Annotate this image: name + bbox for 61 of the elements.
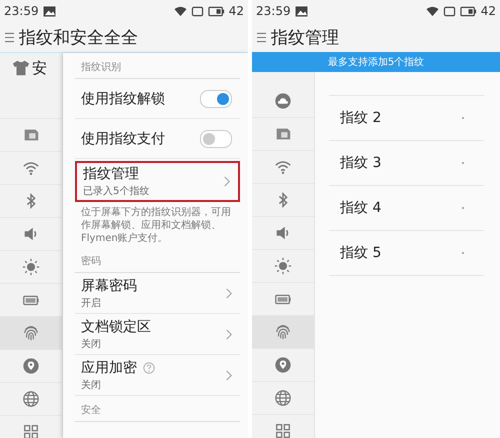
setting-label: 应用加密 (81, 358, 137, 376)
wifi-signal-icon (174, 6, 187, 16)
status-time: 23:59 (256, 4, 291, 18)
battery-status-icon (208, 6, 225, 16)
setting-row[interactable]: 文档锁定区 关闭 (75, 314, 240, 355)
description-text: 位于屏幕下方的指纹识别器，可用作屏幕解锁、应用和文档解锁、Flymen账户支付。 (80, 206, 232, 246)
image-icon (42, 6, 56, 16)
globe-icon (274, 389, 292, 407)
fingerprint-icon (22, 324, 40, 342)
help-icon[interactable] (143, 362, 155, 374)
menu-icon[interactable] (257, 32, 266, 42)
setting-label: 文档锁定区 (81, 318, 151, 336)
app-grid-icon (22, 423, 40, 438)
toggle-switch[interactable] (200, 90, 232, 108)
setting-value: 关闭 (81, 338, 102, 350)
image-icon (294, 6, 308, 16)
setting-value: 关闭 (81, 378, 102, 392)
location-pin-icon (274, 356, 292, 374)
section-header: 指纹识别 (75, 53, 240, 79)
app-grid-icon (274, 422, 292, 438)
battery-level: 42 (480, 4, 496, 18)
fingerprint-item[interactable]: 指纹 5 (329, 231, 484, 276)
sidebar-item[interactable] (252, 316, 314, 349)
fingerprint-item[interactable]: 指纹 2 (329, 96, 484, 141)
brightness-icon (274, 257, 292, 275)
chevron-right-icon (226, 370, 232, 380)
status-time: 23:59 (4, 4, 39, 18)
brightness-icon (22, 258, 40, 276)
wifi-signal-icon (426, 6, 439, 16)
setting-row[interactable]: 指纹管理 已录入5个指纹 (75, 161, 240, 202)
sidebar-item[interactable] (0, 317, 62, 350)
screen-title: 指纹和安全全全 (19, 26, 138, 48)
sidebar-item[interactable]: 安 (0, 53, 62, 119)
chevron-right-icon (226, 288, 232, 298)
battery-level: 42 (228, 4, 244, 18)
setting-value: 已录入5个指纹 (83, 184, 150, 198)
fingerprint-item[interactable]: 指纹 3 (329, 141, 484, 186)
shirt-icon (12, 59, 30, 77)
toggle-switch[interactable] (200, 130, 232, 148)
section-header: 密码 (75, 247, 240, 273)
chevron-right-icon (226, 328, 232, 340)
globe-icon (22, 390, 40, 408)
location-pin-icon (22, 357, 40, 375)
chevron-right-icon (224, 176, 230, 187)
setting-label: 屏幕密码 (81, 276, 137, 294)
setting-label: 使用指纹支付 (81, 130, 165, 148)
menu-icon[interactable] (5, 32, 14, 42)
screen-title: 指纹管理 (271, 26, 339, 48)
cloud-icon (274, 92, 292, 110)
fingerprint-icon (274, 323, 292, 341)
battery-status-icon (460, 6, 477, 16)
setting-label: 使用指纹解锁 (81, 90, 165, 108)
info-toast: 最多支持添加5个指纹 (252, 52, 500, 72)
setting-row[interactable]: 屏幕密码 开启 (75, 273, 240, 314)
setting-row[interactable]: 使用指纹支付 (75, 119, 240, 159)
setting-row[interactable]: 使用指纹解锁 (75, 79, 240, 119)
setting-row[interactable]: 应用加密 关闭 (75, 355, 240, 396)
setting-label: 指纹管理 (83, 165, 139, 183)
section-header: 安全 (75, 396, 240, 422)
setting-value: 开启 (81, 296, 102, 310)
fingerprint-item[interactable]: 指纹 4 (329, 186, 484, 231)
